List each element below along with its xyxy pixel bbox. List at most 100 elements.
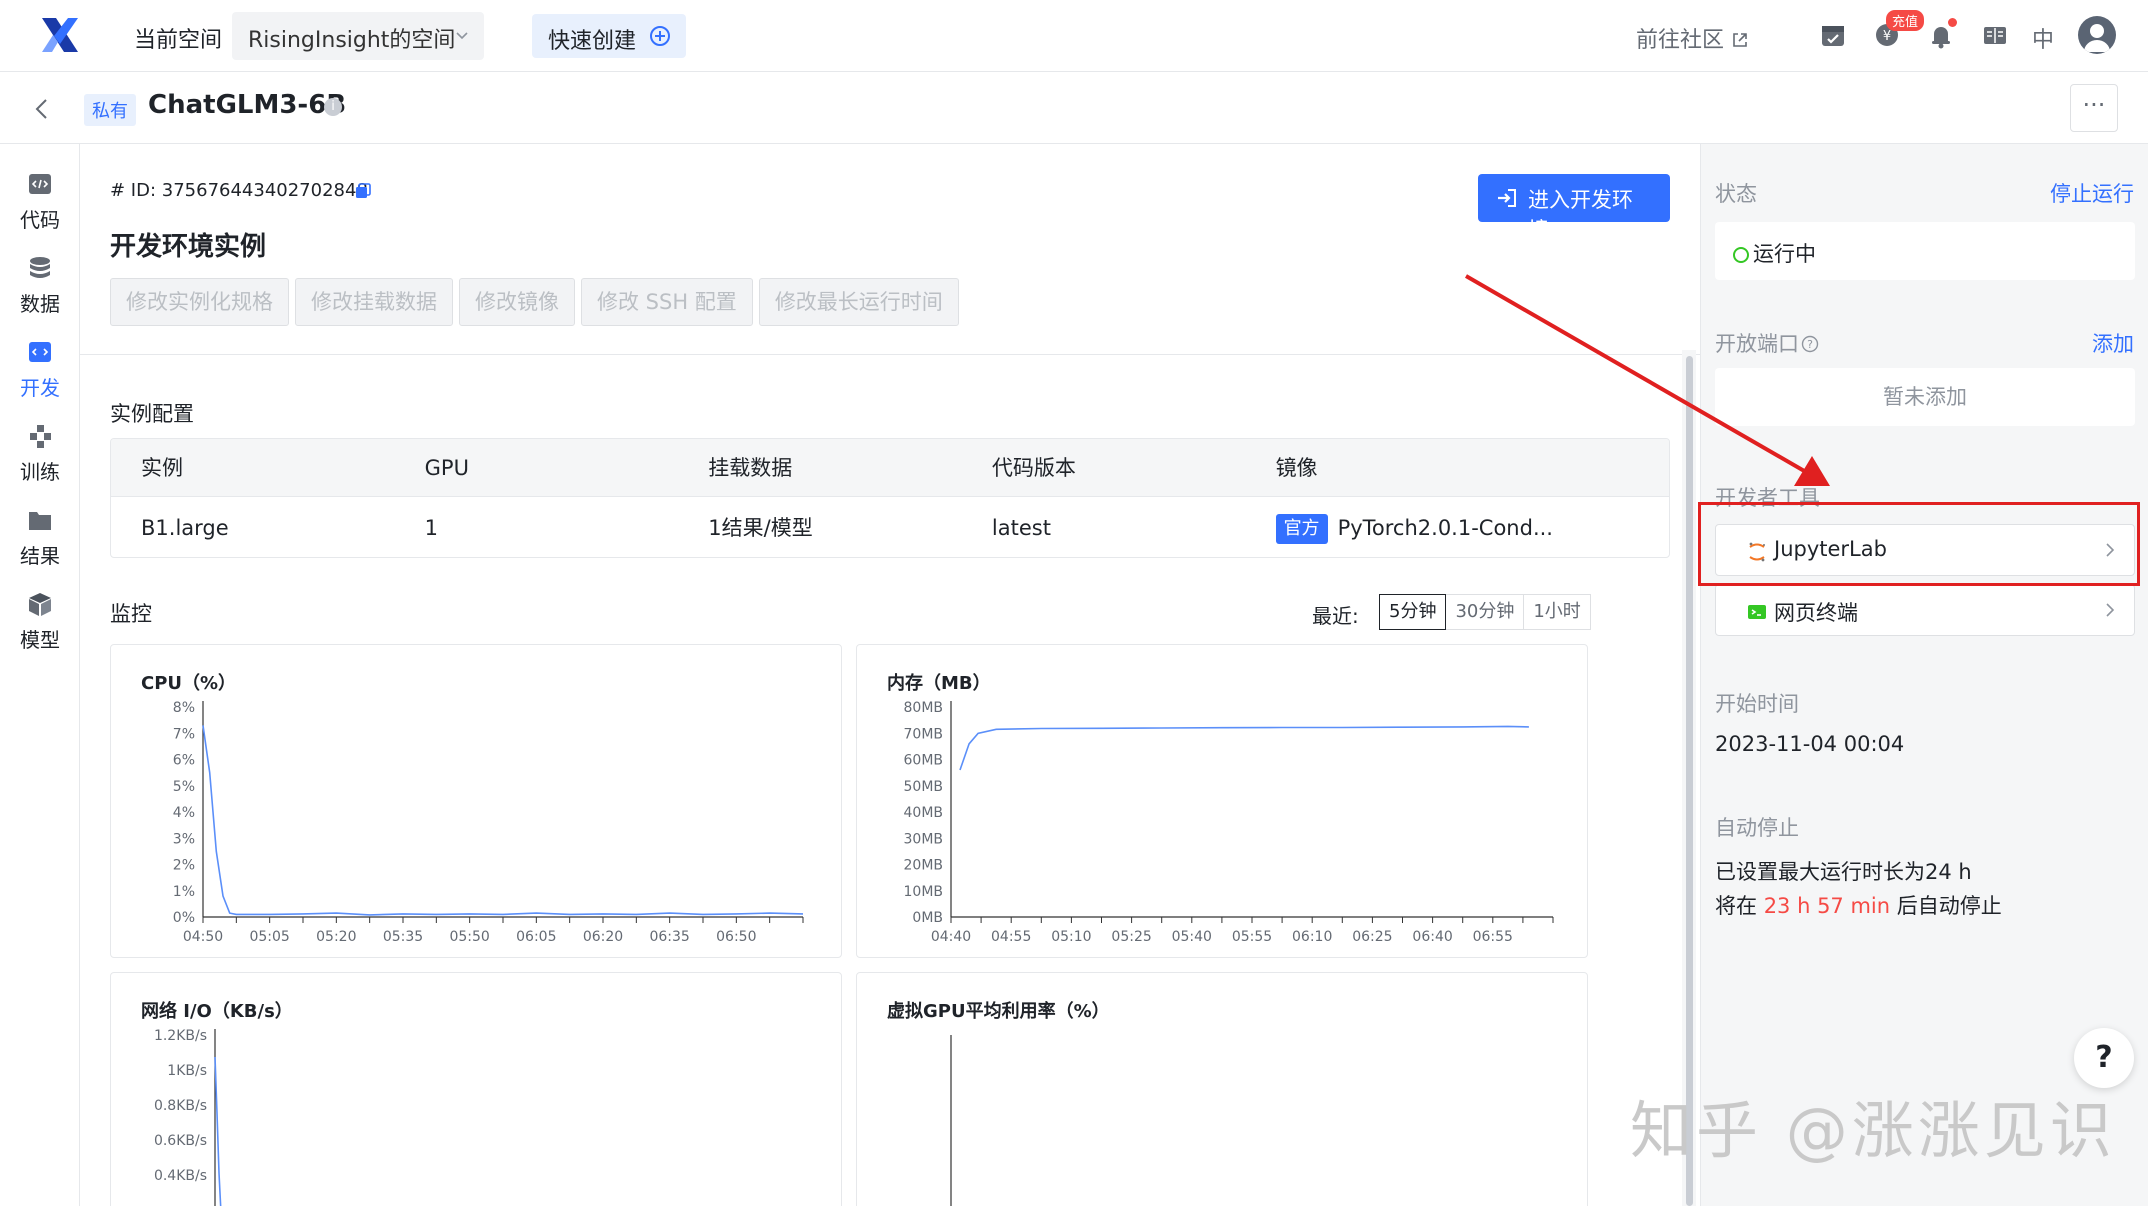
official-tag: 官方	[1275, 514, 1328, 544]
y-tick-label: 20MB	[904, 858, 944, 874]
chevron-down-icon	[456, 32, 468, 40]
y-tick-label: 60MB	[904, 753, 944, 769]
gpu-chart-card: 虚拟GPU平均利用率（%）	[856, 972, 1588, 1206]
community-label: 前往社区	[1636, 28, 1725, 53]
stop-run-link[interactable]: 停止运行	[2050, 178, 2134, 208]
app-logo-icon[interactable]	[38, 14, 82, 58]
y-tick-label: 0.8KB/s	[154, 1098, 207, 1114]
nav-label: 开发	[20, 376, 60, 400]
status-label: 状态	[1715, 182, 1757, 206]
cube-icon	[29, 593, 51, 616]
info-icon[interactable]: i	[324, 98, 342, 116]
nav-item-train[interactable]: 训练	[0, 422, 80, 485]
copy-icon[interactable]	[354, 182, 372, 200]
modify-image-button[interactable]: 修改镜像	[459, 278, 575, 326]
running-status-icon	[1733, 247, 1749, 263]
status-value: 运行中	[1753, 242, 1816, 266]
login-arrow-icon	[1498, 189, 1516, 207]
table-cell: latest	[991, 516, 1051, 540]
table-cell: 1	[424, 516, 439, 540]
table-cell: B1.large	[141, 516, 229, 540]
x-tick-label: 05:35	[383, 929, 423, 945]
x-tick-label: 05:10	[1051, 929, 1091, 945]
modify-spec-button[interactable]: 修改实例化规格	[110, 278, 289, 326]
more-options-button[interactable]: ···	[2070, 84, 2118, 132]
y-tick-label: 50MB	[904, 779, 944, 795]
left-nav: 代码 数据 开发 训练 结果 模型	[0, 144, 80, 1206]
memory-chart-card: 内存（MB） 0MB 10MB 20MB 30MB 40MB 50MB 60MB 70MB 80…	[856, 644, 1588, 958]
column-header: 实例	[141, 456, 183, 480]
project-title: ChatGLM3-6B	[148, 90, 347, 120]
develop-icon	[29, 342, 51, 362]
help-circle-icon[interactable]: ?	[1801, 335, 1819, 353]
modify-max-runtime-button[interactable]: 修改最长运行时间	[758, 278, 959, 326]
table-header: 实例 GPU 挂载数据 代码版本 镜像	[111, 439, 1669, 497]
range-30min[interactable]: 30分钟	[1445, 594, 1525, 630]
community-link[interactable]: 前往社区	[1636, 22, 1749, 54]
range-5min[interactable]: 5分钟	[1379, 594, 1447, 630]
folder-icon	[29, 512, 51, 530]
x-tick-label: 06:10	[1292, 929, 1332, 945]
x-tick-label: 06:20	[583, 929, 623, 945]
quick-create-button[interactable]: 快速创建	[532, 14, 686, 58]
x-tick-label: 05:20	[316, 929, 356, 945]
table-cell: 1结果/模型	[708, 516, 813, 540]
plus-circle-icon	[650, 26, 670, 46]
database-icon	[30, 257, 50, 278]
nav-item-models[interactable]: 模型	[0, 590, 80, 653]
y-tick-label: 1KB/s	[167, 1063, 207, 1079]
enter-dev-env-button[interactable]: 进入开发环境	[1478, 174, 1670, 242]
x-tick-label: 05:50	[449, 929, 489, 945]
monitor-label: 监控	[110, 602, 152, 626]
x-tick-label: 05:25	[1111, 929, 1151, 945]
y-tick-label: 8%	[173, 700, 195, 716]
calendar-icon[interactable]	[1818, 20, 1848, 50]
start-time-value: 2023-11-04 00:04	[1715, 732, 1905, 756]
docs-book-icon[interactable]	[1980, 20, 2010, 50]
x-tick-label: 06:55	[1473, 929, 1513, 945]
y-tick-label: 70MB	[904, 726, 944, 742]
quick-create-label: 快速创建	[548, 29, 637, 54]
x-tick-label: 05:55	[1232, 929, 1272, 945]
ports-label: 开放端口?	[1715, 328, 1819, 358]
nav-label: 结果	[20, 544, 60, 568]
svg-text:¥: ¥	[1883, 29, 1891, 44]
tool-label: 网页终端	[1774, 601, 1858, 625]
image-name: PyTorch2.0.1-Cond...	[1337, 516, 1553, 540]
nav-item-code[interactable]: 代码	[0, 170, 80, 233]
y-tick-label: 0.6KB/s	[154, 1133, 207, 1149]
web-terminal-tool[interactable]: 网页终端	[1715, 584, 2135, 636]
modify-ssh-button[interactable]: 修改 SSH 配置	[581, 278, 753, 326]
x-tick-label: 04:50	[183, 929, 223, 945]
column-header: 挂载数据	[708, 456, 793, 480]
column-header: 代码版本	[991, 456, 1076, 480]
help-button[interactable]: ?	[2074, 1028, 2134, 1088]
ports-empty-box: 暂未添加	[1715, 368, 2135, 426]
terminal-icon	[1748, 605, 1766, 619]
modify-mount-button[interactable]: 修改挂载数据	[295, 278, 453, 326]
user-avatar[interactable]	[2078, 16, 2116, 54]
language-switch[interactable]: 中	[2032, 22, 2054, 54]
series-line	[202, 725, 804, 916]
auto-stop-setting: 已设置最大运行时长为24 h	[1715, 860, 1972, 884]
nav-item-data[interactable]: 数据	[0, 254, 80, 317]
visibility-tag: 私有	[84, 94, 136, 126]
x-tick-label: 04:40	[931, 929, 971, 945]
x-tick-label: 05:05	[249, 929, 289, 945]
auto-stop-countdown: 将在 23 h 57 min 后自动停止	[1715, 890, 2002, 920]
series-line	[214, 1056, 222, 1206]
scrollbar-thumb[interactable]	[1686, 356, 1693, 1206]
x-tick-label: 06:35	[649, 929, 689, 945]
range-1hour[interactable]: 1小时	[1523, 594, 1591, 630]
add-port-link[interactable]: 添加	[2092, 328, 2134, 358]
code-icon	[29, 174, 51, 194]
annotation-highlight-box	[1698, 502, 2140, 586]
nav-item-develop[interactable]: 开发	[0, 338, 80, 401]
nav-item-results[interactable]: 结果	[0, 506, 80, 569]
instance-title: 开发环境实例	[110, 232, 267, 262]
back-arrow-icon[interactable]	[30, 94, 54, 124]
recharge-badge[interactable]: 充值	[1886, 10, 1925, 31]
workspace-select[interactable]: RisingInsight的空间	[232, 12, 484, 60]
cpu-chart-card: CPU（%） 0% 1% 2% 3% 4% 5% 6% 7% 8% 04:50 05:05 05:20…	[110, 644, 842, 958]
external-link-icon	[1733, 33, 1747, 47]
